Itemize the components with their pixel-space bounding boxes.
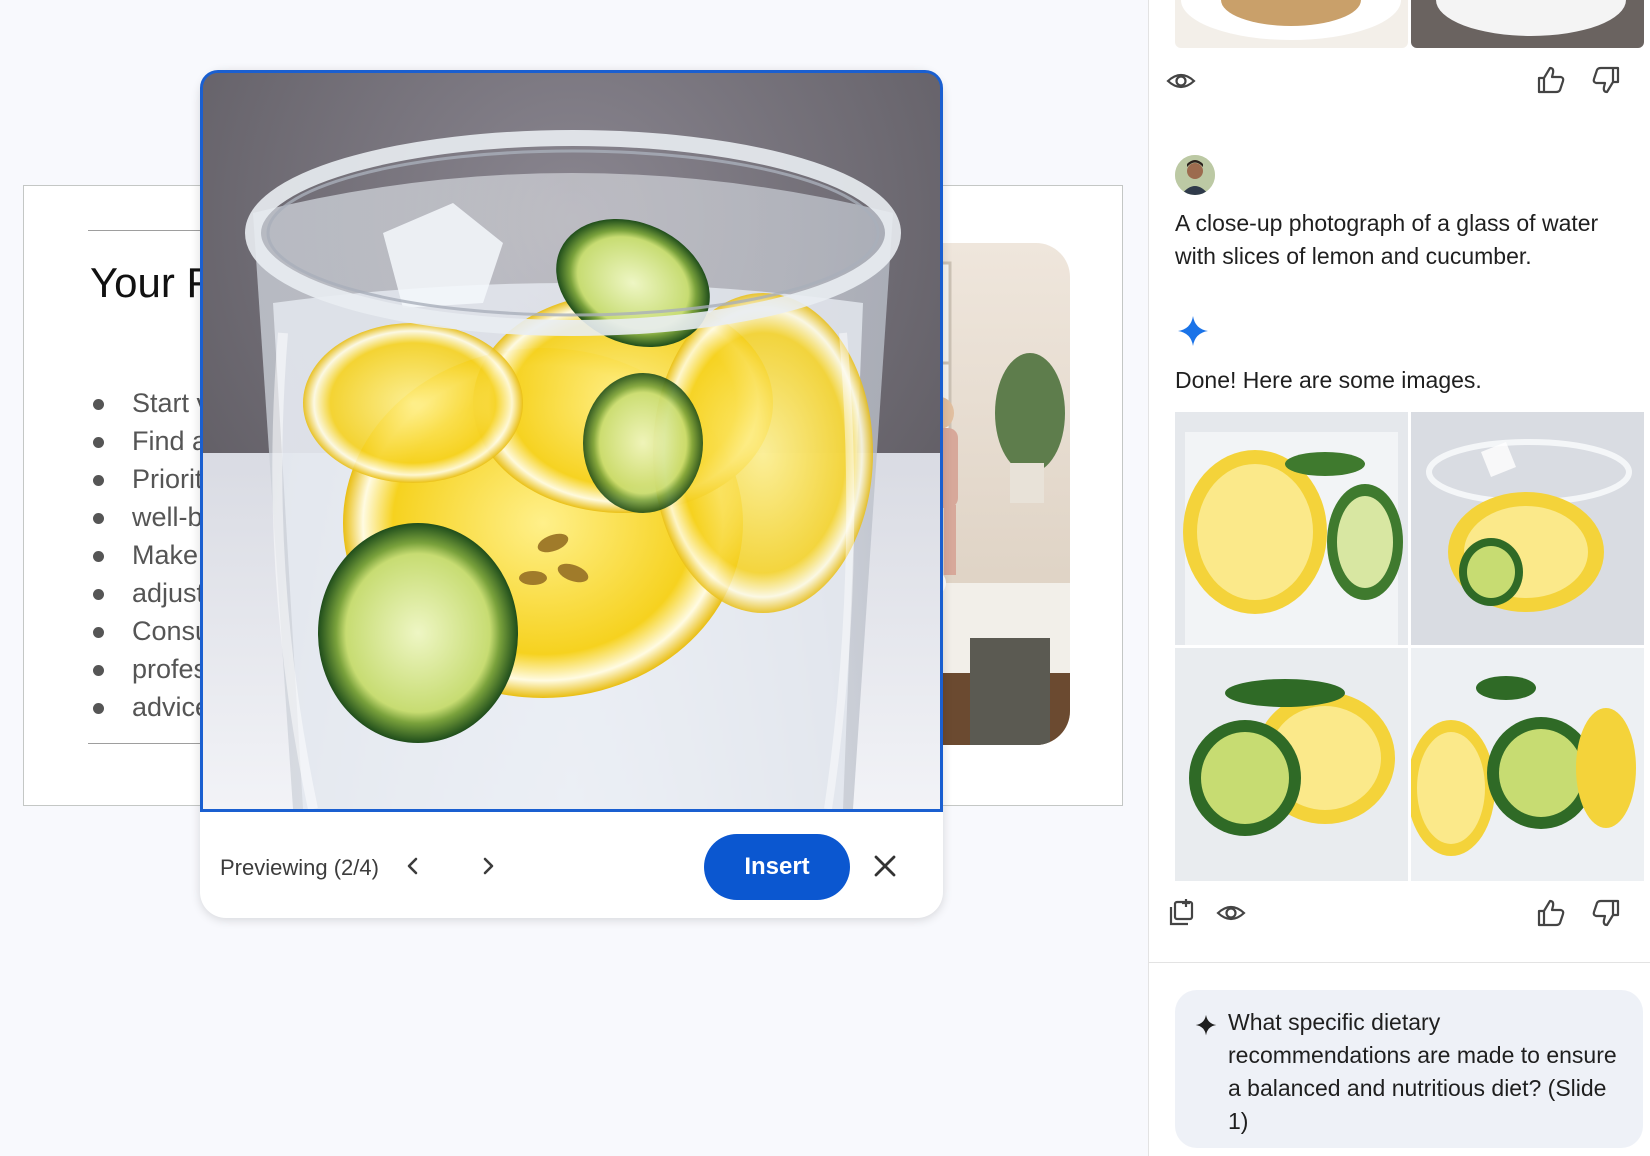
insert-all-button[interactable] bbox=[1161, 893, 1201, 933]
thumbs-up-button[interactable] bbox=[1531, 60, 1571, 100]
person-avatar-icon bbox=[1175, 155, 1215, 195]
lemon-cucumber-water-photo bbox=[203, 73, 940, 809]
gemini-sparkle-icon bbox=[1177, 315, 1209, 352]
view-previous-button[interactable] bbox=[1161, 61, 1201, 101]
chevron-left-icon bbox=[407, 857, 418, 875]
lemon-cucumber-water-thumbnail bbox=[1175, 412, 1408, 645]
generated-image-1[interactable] bbox=[1175, 412, 1408, 645]
lemon-cucumber-water-thumbnail bbox=[1411, 412, 1644, 645]
generated-image-3[interactable] bbox=[1175, 648, 1408, 881]
generated-image-2[interactable] bbox=[1411, 412, 1644, 645]
lemon-cucumber-water-thumbnail bbox=[1175, 648, 1408, 881]
thumbs-down-icon bbox=[1592, 899, 1620, 927]
slide-bullet: Find a bbox=[90, 422, 210, 460]
previous-result-thumbnail[interactable] bbox=[1175, 0, 1408, 48]
close-icon bbox=[874, 855, 896, 877]
panel-divider bbox=[1149, 962, 1650, 963]
slide-bullet-continued: adjust bbox=[90, 574, 210, 612]
thumbs-up-icon bbox=[1537, 66, 1565, 94]
sparkle-small-icon bbox=[1195, 1014, 1217, 1036]
sparkle-icon bbox=[1178, 316, 1208, 346]
sparkle-icon bbox=[1195, 1014, 1217, 1041]
slide-bullet: Start v bbox=[90, 384, 210, 422]
user-avatar bbox=[1175, 155, 1215, 195]
close-preview-button[interactable] bbox=[868, 849, 902, 883]
user-prompt-message: A close-up photograph of a glass of wate… bbox=[1175, 210, 1599, 269]
eye-icon bbox=[1216, 905, 1246, 921]
thumbs-down-icon bbox=[1592, 66, 1620, 94]
preview-toolbar: Previewing (2/4) Insert bbox=[200, 812, 943, 918]
plate-food-thumbnail bbox=[1181, 0, 1401, 40]
generated-image-4[interactable] bbox=[1411, 648, 1644, 881]
thumbs-down-button[interactable] bbox=[1586, 60, 1626, 100]
previous-result-thumbnail[interactable] bbox=[1411, 0, 1644, 48]
slide-bullet-list[interactable]: Start v Find a Priorit well-b Make adjus… bbox=[90, 384, 210, 726]
chevron-right-icon bbox=[483, 857, 494, 875]
gemini-side-panel: A close-up photograph of a glass of wate… bbox=[1148, 0, 1650, 1156]
slide-bullet-continued: well-b bbox=[90, 498, 210, 536]
add-image-icon bbox=[1169, 899, 1194, 926]
eye-icon bbox=[1166, 73, 1196, 89]
slide-title[interactable]: Your F bbox=[90, 259, 212, 307]
suggested-prompt-text: What specific dietary recommendations ar… bbox=[1228, 1009, 1617, 1134]
preview-counter-label: Previewing (2/4) bbox=[220, 855, 379, 880]
slide-bullet: Consu bbox=[90, 612, 210, 650]
thumbs-up-icon bbox=[1537, 899, 1565, 927]
lemon-cucumber-water-thumbnail bbox=[1411, 648, 1644, 881]
next-image-button[interactable] bbox=[469, 847, 507, 885]
slide-bullet: Priorit bbox=[90, 460, 210, 498]
view-images-button[interactable] bbox=[1211, 893, 1251, 933]
generated-image-grid bbox=[1175, 412, 1644, 882]
image-preview-card: Previewing (2/4) Insert bbox=[200, 70, 943, 918]
thumbs-up-button[interactable] bbox=[1531, 893, 1571, 933]
slide-bullet-continued: profes bbox=[90, 650, 210, 688]
bowl-thumbnail bbox=[1436, 0, 1626, 36]
slide-bullet: Make bbox=[90, 536, 210, 574]
preview-image[interactable] bbox=[200, 70, 943, 812]
insert-button[interactable]: Insert bbox=[704, 834, 850, 900]
response-message: Done! Here are some images. bbox=[1175, 367, 1482, 393]
thumbs-down-button[interactable] bbox=[1586, 893, 1626, 933]
previous-image-button[interactable] bbox=[394, 847, 432, 885]
suggested-prompt-chip[interactable]: What specific dietary recommendations ar… bbox=[1175, 990, 1643, 1148]
slide-bullet-continued: advice bbox=[90, 688, 210, 726]
